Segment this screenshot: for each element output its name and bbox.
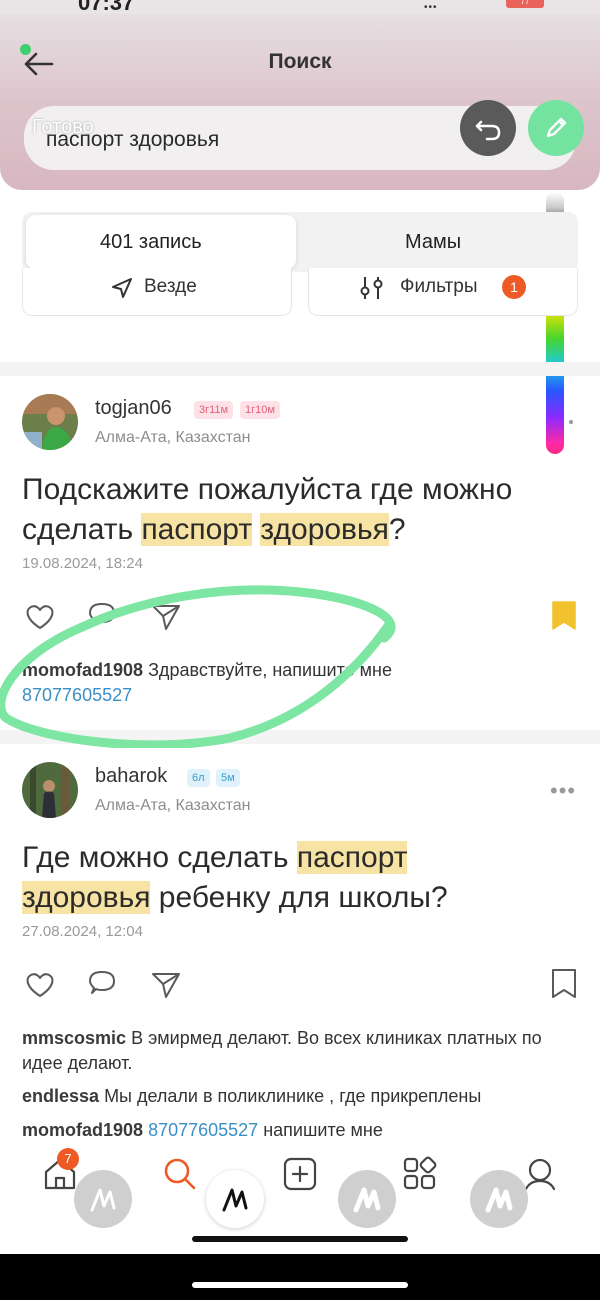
location-filter-label[interactable]: Везде xyxy=(144,276,197,298)
comment-author[interactable]: momofad1908 xyxy=(22,1120,143,1140)
home-indicator[interactable] xyxy=(192,1282,408,1288)
post-text[interactable]: Подскажите пожалуйста где можно сделать … xyxy=(22,470,582,550)
post-location: Алма-Ата, Казахстан xyxy=(95,429,251,446)
avatar[interactable] xyxy=(22,762,78,818)
heart-icon[interactable] xyxy=(22,966,58,1002)
search-highlight: здоровья xyxy=(22,881,151,914)
scribble-icon xyxy=(90,1188,116,1212)
avatar[interactable] xyxy=(22,394,78,450)
post-text[interactable]: Где можно сделать паспорт здоровья ребен… xyxy=(22,838,582,918)
section-divider xyxy=(0,362,600,376)
comment-author[interactable]: momofad1908 xyxy=(22,660,143,680)
post-date: 27.08.2024, 12:04 xyxy=(22,923,143,940)
comment-text: Здравствуйте, напишите мне xyxy=(148,660,392,680)
post-text-part: ? xyxy=(388,513,406,546)
tab-posts-label[interactable]: 401 запись xyxy=(100,231,202,254)
post-location: Алма-Ата, Казахстан xyxy=(95,797,251,814)
comment[interactable]: momofad1908 87077605527 напишите мне xyxy=(22,1118,578,1143)
services-grid-icon[interactable] xyxy=(400,1154,440,1194)
tab-moms-label[interactable]: Мамы xyxy=(405,231,461,254)
search-icon[interactable] xyxy=(160,1154,200,1194)
share-icon[interactable] xyxy=(148,598,184,634)
filters-count-badge: 1 xyxy=(502,275,526,299)
comment[interactable]: momofad1908 Здравствуйте, напишите мне 8… xyxy=(22,658,578,708)
highlighter-tool-option[interactable] xyxy=(338,1170,396,1228)
home-notification-badge: 7 xyxy=(57,1148,79,1170)
comment-icon[interactable] xyxy=(84,966,120,1002)
signal-icon: ••• xyxy=(424,2,438,13)
eraser-tool-option[interactable] xyxy=(470,1170,528,1228)
phone-link[interactable]: 87077605527 xyxy=(148,1120,258,1140)
more-options-icon[interactable]: ••• xyxy=(550,778,576,804)
done-button[interactable]: Готово xyxy=(32,116,94,139)
system-bottom-bar xyxy=(0,1254,600,1300)
scribble-icon xyxy=(222,1188,248,1212)
pen-tool-option[interactable] xyxy=(74,1170,132,1228)
bookmark-icon[interactable] xyxy=(546,966,582,1002)
undo-icon xyxy=(475,120,501,141)
bookmark-icon[interactable] xyxy=(546,598,582,634)
pencil-icon xyxy=(546,117,567,138)
post-text-part: сделать xyxy=(22,513,142,546)
search-highlight: паспорт xyxy=(296,841,408,874)
color-picker-handle[interactable] xyxy=(569,420,573,424)
phone-link[interactable]: 87077605527 xyxy=(22,685,132,705)
child-age-badge: 3г11м xyxy=(194,401,234,419)
home-indicator xyxy=(192,1236,408,1242)
section-divider xyxy=(0,730,600,744)
comment-icon[interactable] xyxy=(84,598,120,634)
post-text-part: Где можно сделать xyxy=(22,841,297,874)
scribble-icon xyxy=(353,1187,381,1213)
post-author[interactable]: baharok xyxy=(95,765,167,788)
filters-label[interactable]: Фильтры xyxy=(400,276,477,298)
post-author[interactable]: togjan06 xyxy=(95,397,172,420)
comment-author[interactable]: mmscosmic xyxy=(22,1028,126,1048)
comment-author[interactable]: endlessa xyxy=(22,1086,99,1106)
status-time: 07:37 xyxy=(78,0,135,15)
sliders-icon xyxy=(360,277,383,299)
page-title: Поиск xyxy=(268,50,332,73)
post-text-part: Подскажите пожалуйста где можно xyxy=(22,473,513,506)
pen-tool-button[interactable] xyxy=(528,100,584,156)
comment-text: напишите мне xyxy=(263,1120,383,1140)
undo-button[interactable] xyxy=(460,100,516,156)
location-arrow-icon xyxy=(112,278,132,298)
share-icon[interactable] xyxy=(148,966,184,1002)
comment-text: Мы делали в поликлинике , где прикреплен… xyxy=(104,1086,482,1106)
comment[interactable]: mmscosmic В эмирмед делают. Во всех клин… xyxy=(22,1026,578,1076)
add-post-icon[interactable] xyxy=(280,1154,320,1194)
search-highlight: паспорт xyxy=(141,513,253,546)
post-date: 19.08.2024, 18:24 xyxy=(22,555,143,572)
comment[interactable]: endlessa Мы делали в поликлинике , где п… xyxy=(22,1084,578,1109)
post-text-part: ребенку для школы? xyxy=(150,881,448,914)
eraser-icon xyxy=(485,1187,513,1213)
search-highlight: здоровья xyxy=(260,513,389,546)
child-age-badge: 1г10м xyxy=(240,401,280,419)
child-age-badge: 6л xyxy=(187,769,210,787)
child-age-badge: 5м xyxy=(216,769,240,787)
battery-icon: 77 xyxy=(506,0,544,8)
heart-icon[interactable] xyxy=(22,598,58,634)
marker-tool-option[interactable] xyxy=(206,1170,264,1228)
